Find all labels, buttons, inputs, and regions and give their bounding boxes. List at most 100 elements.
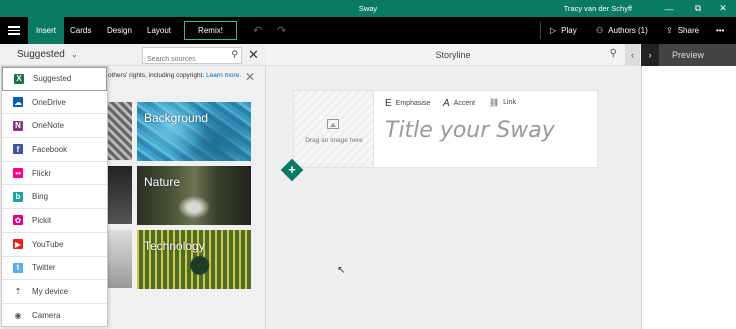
plus-icon[interactable]: +	[284, 162, 300, 178]
emphasise-label: Emphasise	[395, 100, 431, 107]
upload-icon: ⇡	[14, 287, 22, 297]
link-button[interactable]: ⛓ Link	[489, 98, 516, 107]
source-option-label: Facebook	[32, 144, 68, 154]
tile-label: Background	[144, 111, 209, 125]
person-icon: ⚇	[596, 26, 604, 35]
undo-icon[interactable]: ↶	[253, 24, 262, 37]
source-option-onedrive[interactable]: ☁ OneDrive	[2, 91, 107, 115]
play-label: Play	[561, 26, 577, 35]
hamburger-menu-icon[interactable]	[0, 17, 28, 44]
emphasise-button[interactable]: E Emphasise	[385, 98, 430, 109]
category-tile-background[interactable]: Background	[137, 102, 251, 161]
tile-label: Technology	[144, 239, 205, 253]
storyline-title: Storyline	[435, 50, 471, 60]
mouse-pointer-icon: ↖	[337, 265, 346, 276]
restore-button[interactable]: ⧉	[685, 0, 711, 17]
partial-image-tile[interactable]	[108, 230, 132, 288]
authors-label: Authors (1)	[608, 26, 648, 35]
source-option-label: Flickr	[32, 168, 52, 178]
accent-button[interactable]: A Accent	[443, 98, 475, 109]
facebook-icon: f	[13, 144, 23, 155]
picture-icon	[327, 119, 339, 129]
link-label: Link	[503, 99, 516, 106]
image-drop-label: Drag an image here	[305, 137, 363, 144]
source-option-onenote[interactable]: N OneNote	[2, 114, 107, 139]
source-option-my-device[interactable]: ⇡ My device	[2, 280, 107, 304]
chevron-down-icon[interactable]: ⌄	[71, 50, 78, 59]
chevron-left-icon[interactable]: ‹	[625, 44, 640, 66]
accent-icon: A	[443, 98, 450, 109]
partial-image-tile[interactable]	[108, 166, 132, 224]
source-option-label: OneDrive	[32, 97, 66, 107]
partial-image-tile[interactable]	[108, 102, 132, 160]
source-option-label: YouTube	[32, 239, 64, 249]
source-option-label: Camera	[32, 310, 61, 320]
copyright-notice: others' rights, including copyright. Lea…	[108, 72, 241, 79]
learn-more-link[interactable]: Learn more.	[206, 72, 241, 79]
play-button[interactable]: ▷ Play	[550, 17, 577, 44]
source-dropdown-list: X Suggested ☁ OneDrive N OneNote f Facebook •• Fl…	[1, 66, 108, 328]
link-icon: ⛓	[489, 98, 500, 107]
search-icon[interactable]: ⚲	[231, 49, 238, 60]
insert-pane-header: Suggested ⌄ ⚲ ✕	[0, 44, 266, 67]
search-sources-input[interactable]	[143, 52, 221, 67]
search-sources-field[interactable]: ⚲	[142, 47, 242, 67]
notice-text: others' rights, including copyright.	[108, 72, 205, 79]
minimize-button[interactable]: —	[656, 0, 682, 17]
source-option-label: My device	[32, 287, 69, 297]
image-drop-zone[interactable]: Drag an image here	[294, 91, 374, 167]
tile-label: Nature	[144, 175, 181, 189]
signed-in-user[interactable]: Tracy van der Schyff	[564, 4, 632, 13]
flickr-icon: ••	[13, 168, 23, 179]
bing-icon: b	[13, 191, 23, 202]
youtube-icon: ▶	[13, 239, 23, 250]
share-label: Share	[677, 26, 700, 35]
close-pane-icon[interactable]: ✕	[248, 47, 259, 63]
source-option-label: Bing	[32, 192, 49, 202]
title-card: Drag an image here E Emphasise A Accent …	[293, 90, 598, 168]
source-selector[interactable]: Suggested	[17, 49, 65, 60]
source-option-flickr[interactable]: •• Flickr	[2, 162, 107, 186]
title-bar: Sway Tracy van der Schyff — ⧉ ✕	[0, 0, 736, 17]
accent-label: Accent	[453, 100, 476, 107]
sway-title-input[interactable]: Title your Sway	[385, 118, 555, 143]
source-option-label: Pickit	[32, 215, 52, 225]
category-tile-nature[interactable]: Nature	[137, 166, 251, 225]
redo-icon[interactable]: ↷	[277, 24, 286, 37]
source-option-label: OneNote	[32, 121, 65, 131]
source-option-pickit[interactable]: ✿ Pickit	[2, 209, 107, 233]
ribbon-toolbar: Insert Cards Design Layout Remix! ↶ ↷ ▷ …	[0, 17, 736, 44]
dismiss-notice-icon[interactable]: ✕	[245, 70, 255, 84]
tab-cards[interactable]: Cards	[62, 17, 99, 44]
close-window-button[interactable]: ✕	[710, 0, 736, 17]
more-options-icon[interactable]: •••	[716, 17, 724, 44]
source-option-camera[interactable]: ◉ Camera	[2, 304, 107, 328]
tab-design[interactable]: Design	[99, 17, 140, 44]
authors-button[interactable]: ⚇ Authors (1)	[596, 17, 648, 44]
source-option-youtube[interactable]: ▶ YouTube	[2, 233, 107, 257]
pickit-icon: ✿	[13, 215, 23, 226]
share-button[interactable]: ⇪ Share	[666, 17, 699, 44]
source-option-suggested[interactable]: X Suggested	[2, 67, 107, 91]
source-option-twitter[interactable]: t Twitter	[2, 257, 107, 281]
source-option-bing[interactable]: b Bing	[2, 185, 107, 210]
storyline-header: Storyline ⚲ ‹	[266, 44, 640, 66]
onedrive-icon: ☁	[13, 97, 23, 108]
excel-icon: X	[14, 73, 24, 84]
tab-layout[interactable]: Layout	[139, 17, 179, 44]
chevron-right-icon[interactable]: ›	[641, 44, 659, 66]
twitter-icon: t	[13, 262, 23, 273]
source-option-label: Twitter	[32, 263, 56, 273]
play-icon: ▷	[550, 26, 557, 35]
search-icon[interactable]: ⚲	[610, 48, 617, 59]
toolbar-divider	[540, 22, 541, 39]
emphasise-icon: E	[385, 98, 392, 109]
remix-button[interactable]: Remix!	[184, 21, 237, 40]
preview-header[interactable]: Preview	[659, 44, 736, 66]
tab-insert[interactable]: Insert	[28, 17, 65, 44]
source-option-facebook[interactable]: f Facebook	[2, 138, 107, 162]
share-icon: ⇪	[666, 26, 673, 35]
camera-icon: ◉	[14, 310, 22, 320]
preview-panel	[641, 66, 736, 329]
category-tile-technology[interactable]: Technology	[137, 230, 251, 289]
